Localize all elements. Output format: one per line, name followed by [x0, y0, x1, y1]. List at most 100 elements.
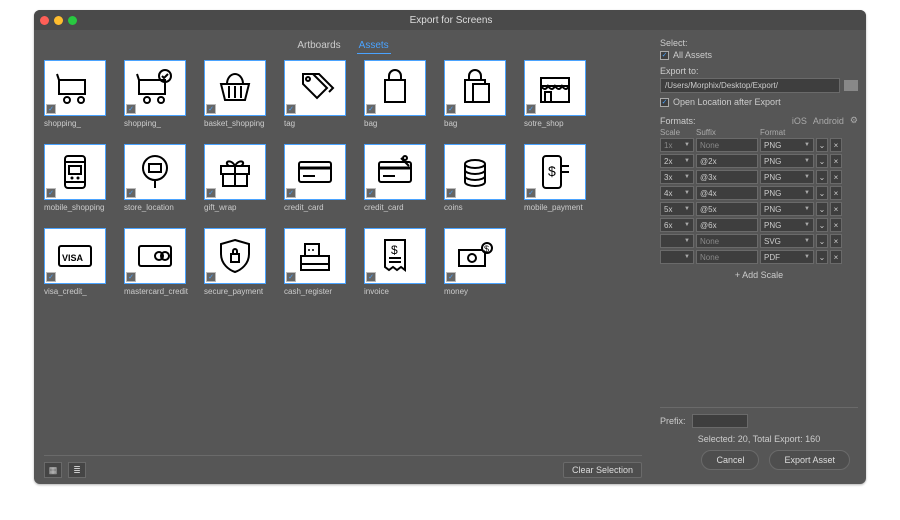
remove-row-icon[interactable]: ×	[830, 186, 842, 200]
check-icon[interactable]: ✓	[46, 104, 56, 114]
format-select[interactable]: PNG▼	[760, 186, 814, 200]
asset-invoice[interactable]: ✓invoice	[364, 228, 438, 306]
scale-select[interactable]: 2x▼	[660, 154, 694, 168]
all-assets-checkbox[interactable]: ✓All Assets	[660, 50, 858, 60]
check-icon[interactable]: ✓	[286, 188, 296, 198]
suffix-input[interactable]: @3x	[696, 170, 758, 184]
remove-row-icon[interactable]: ×	[830, 170, 842, 184]
asset-thumb[interactable]: ✓	[284, 228, 346, 284]
gear-icon[interactable]: ⚙	[850, 115, 858, 126]
duplicate-row-icon[interactable]: ⌄	[816, 250, 828, 264]
asset-cart-check[interactable]: ✓shopping_	[124, 60, 198, 138]
asset-thumb[interactable]: ✓	[444, 228, 506, 284]
asset-thumb[interactable]: ✓	[284, 60, 346, 116]
asset-visa[interactable]: ✓visa_credit_	[44, 228, 118, 306]
asset-thumb[interactable]: ✓	[124, 144, 186, 200]
asset-thumb[interactable]: ✓	[444, 60, 506, 116]
check-icon[interactable]: ✓	[206, 272, 216, 282]
format-select[interactable]: PNG▼	[760, 218, 814, 232]
asset-tag[interactable]: ✓tag	[284, 60, 358, 138]
asset-thumb[interactable]: ✓	[364, 60, 426, 116]
suffix-input[interactable]: @2x	[696, 154, 758, 168]
scale-select[interactable]: 1x▼	[660, 138, 694, 152]
asset-card[interactable]: ✓credit_card	[284, 144, 358, 222]
duplicate-row-icon[interactable]: ⌄	[816, 218, 828, 232]
asset-pin-cart[interactable]: ✓store_location	[124, 144, 198, 222]
asset-thumb[interactable]: ✓	[364, 228, 426, 284]
format-select[interactable]: PNG▼	[760, 138, 814, 152]
asset-thumb[interactable]: ✓	[364, 144, 426, 200]
asset-thumb[interactable]: ✓	[524, 144, 586, 200]
suffix-input[interactable]: @5x	[696, 202, 758, 216]
format-select[interactable]: PNG▼	[760, 154, 814, 168]
suffix-input[interactable]: None	[696, 138, 758, 152]
asset-thumb[interactable]: ✓	[204, 144, 266, 200]
asset-thumb[interactable]: ✓	[204, 228, 266, 284]
list-view-icon[interactable]: ≣	[68, 462, 86, 478]
scale-select[interactable]: 4x▼	[660, 186, 694, 200]
ios-link[interactable]: iOS	[792, 116, 807, 126]
asset-bag-dual[interactable]: ✓bag	[444, 60, 518, 138]
check-icon[interactable]: ✓	[46, 272, 56, 282]
asset-thumb[interactable]: ✓	[44, 60, 106, 116]
clear-selection-button[interactable]: Clear Selection	[563, 462, 642, 478]
asset-mobile-cart[interactable]: ✓mobile_shopping	[44, 144, 118, 222]
remove-row-icon[interactable]: ×	[830, 218, 842, 232]
asset-coins[interactable]: ✓coins	[444, 144, 518, 222]
check-icon[interactable]: ✓	[286, 104, 296, 114]
export-button[interactable]: Export Asset	[769, 450, 850, 470]
check-icon[interactable]: ✓	[526, 104, 536, 114]
check-icon[interactable]: ✓	[366, 188, 376, 198]
folder-icon[interactable]	[844, 80, 858, 91]
check-icon[interactable]: ✓	[126, 188, 136, 198]
add-scale-button[interactable]: + Add Scale	[660, 270, 858, 280]
asset-bag[interactable]: ✓bag	[364, 60, 438, 138]
format-select[interactable]: PNG▼	[760, 170, 814, 184]
asset-thumb[interactable]: ✓	[284, 144, 346, 200]
check-icon[interactable]: ✓	[206, 104, 216, 114]
check-icon[interactable]: ✓	[286, 272, 296, 282]
scale-select[interactable]: 6x▼	[660, 218, 694, 232]
asset-thumb[interactable]: ✓	[44, 228, 106, 284]
remove-row-icon[interactable]: ×	[830, 138, 842, 152]
scale-select[interactable]: 5x▼	[660, 202, 694, 216]
check-icon[interactable]: ✓	[446, 104, 456, 114]
prefix-input[interactable]	[692, 414, 748, 428]
asset-basket[interactable]: ✓basket_shopping	[204, 60, 278, 138]
check-icon[interactable]: ✓	[126, 104, 136, 114]
duplicate-row-icon[interactable]: ⌄	[816, 170, 828, 184]
asset-money[interactable]: ✓money	[444, 228, 518, 306]
grid-view-icon[interactable]: ▦	[44, 462, 62, 478]
asset-thumb[interactable]: ✓	[524, 60, 586, 116]
duplicate-row-icon[interactable]: ⌄	[816, 154, 828, 168]
duplicate-row-icon[interactable]: ⌄	[816, 138, 828, 152]
duplicate-row-icon[interactable]: ⌄	[816, 186, 828, 200]
check-icon[interactable]: ✓	[366, 272, 376, 282]
remove-row-icon[interactable]: ×	[830, 154, 842, 168]
check-icon[interactable]: ✓	[366, 104, 376, 114]
asset-card-cut[interactable]: ✓credit_card	[364, 144, 438, 222]
asset-phone-money[interactable]: ✓mobile_payment	[524, 144, 598, 222]
open-after-checkbox[interactable]: ✓Open Location after Export	[660, 97, 858, 107]
check-icon[interactable]: ✓	[206, 188, 216, 198]
asset-cart[interactable]: ✓shopping_	[44, 60, 118, 138]
check-icon[interactable]: ✓	[526, 188, 536, 198]
tab-artboards[interactable]: Artboards	[295, 38, 342, 54]
asset-thumb[interactable]: ✓	[124, 60, 186, 116]
tab-assets[interactable]: Assets	[357, 38, 391, 54]
check-icon[interactable]: ✓	[446, 272, 456, 282]
asset-thumb[interactable]: ✓	[44, 144, 106, 200]
check-icon[interactable]: ✓	[46, 188, 56, 198]
asset-thumb[interactable]: ✓	[124, 228, 186, 284]
asset-mastercard[interactable]: ✓mastercard_credit	[124, 228, 198, 306]
scale-select[interactable]: ▼	[660, 234, 694, 248]
asset-shield-lock[interactable]: ✓secure_payment	[204, 228, 278, 306]
asset-gift[interactable]: ✓gift_wrap	[204, 144, 278, 222]
android-link[interactable]: Android	[813, 116, 844, 126]
suffix-input[interactable]: None	[696, 234, 758, 248]
suffix-input[interactable]: None	[696, 250, 758, 264]
asset-thumb[interactable]: ✓	[444, 144, 506, 200]
asset-store[interactable]: ✓sotre_shop	[524, 60, 598, 138]
export-path[interactable]: /Users/Morphix/Desktop/Export/	[660, 78, 840, 93]
cancel-button[interactable]: Cancel	[701, 450, 759, 470]
